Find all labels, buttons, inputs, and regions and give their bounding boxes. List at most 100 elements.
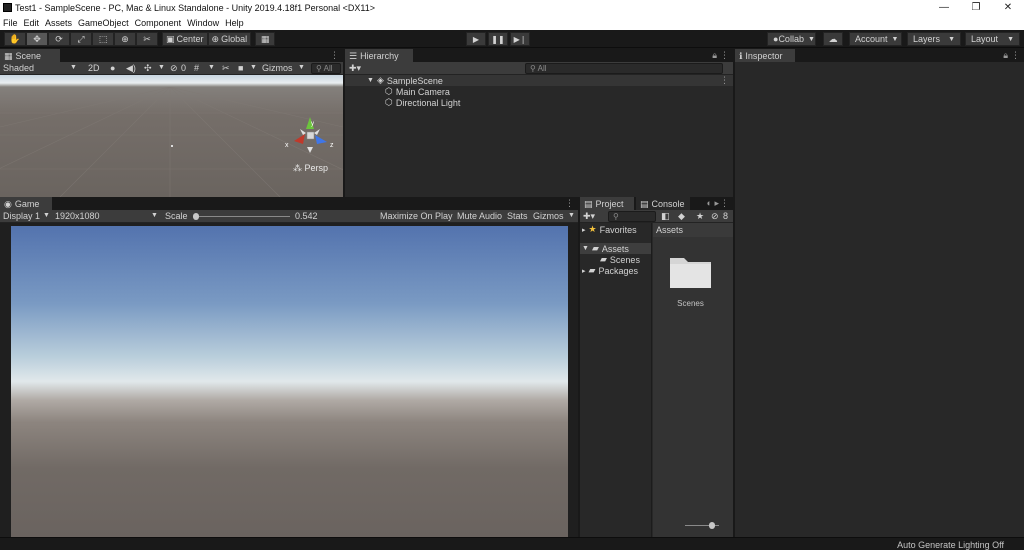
scale-icon: ⤢ bbox=[77, 33, 85, 44]
display-dropdown[interactable]: Display 1 bbox=[3, 211, 40, 221]
tools-icon[interactable]: ✂ bbox=[222, 63, 230, 74]
transform-tool-button[interactable]: ⊕ bbox=[114, 32, 136, 46]
persp-label[interactable]: ⁂ Persp bbox=[293, 163, 328, 174]
layout-dropdown[interactable]: Layout ▼ bbox=[965, 32, 1020, 46]
assets-row[interactable]: ▼ ▰ Assets bbox=[580, 243, 651, 254]
collab-dropdown[interactable]: ● Collab ▼ bbox=[767, 32, 816, 46]
panel-menu-icon[interactable]: ⋮ bbox=[720, 50, 729, 61]
expand-arrow-icon[interactable]: ▼ bbox=[367, 77, 374, 84]
layers-dropdown[interactable]: Layers ▼ bbox=[907, 32, 961, 46]
scene-search-placeholder: All bbox=[323, 64, 333, 73]
create-button[interactable]: ✚▾ bbox=[349, 63, 361, 74]
lock-icon[interactable]: 🔒︎ bbox=[712, 50, 717, 61]
light-toggle-icon[interactable]: ● bbox=[110, 63, 115, 73]
menu-window[interactable]: Window bbox=[184, 16, 219, 30]
audio-toggle-icon[interactable]: ◀) bbox=[126, 63, 136, 74]
shading-mode-dropdown[interactable]: Shaded bbox=[3, 63, 34, 73]
play-icon: ▶ bbox=[472, 34, 480, 44]
scenes-tree-row[interactable]: ▰ Scenes bbox=[600, 254, 640, 265]
project-search-input[interactable]: ⚲ bbox=[608, 211, 656, 222]
hidden-packages-icon[interactable]: ⊘ bbox=[711, 211, 719, 222]
play-button[interactable]: ▶ bbox=[466, 32, 486, 46]
pivot-center-button[interactable]: ▣ Center bbox=[162, 32, 208, 46]
scene-search-input[interactable]: ⚲ All bbox=[311, 63, 341, 74]
filter-label-icon[interactable]: ◆ bbox=[678, 211, 685, 222]
menu-help[interactable]: Help bbox=[222, 16, 244, 30]
hierarchy-search-input[interactable]: ⚲ All bbox=[525, 63, 723, 74]
filter-type-icon[interactable]: ◧ bbox=[661, 211, 670, 222]
panel-menu-icon[interactable]: ⋮ bbox=[330, 50, 339, 61]
scene-menu-icon[interactable]: ⋮ bbox=[720, 75, 729, 86]
menu-gameobject[interactable]: GameObject bbox=[75, 16, 129, 30]
menu-file[interactable]: File bbox=[0, 16, 18, 30]
minimize-button[interactable]: — bbox=[930, 1, 958, 15]
expand-arrow-icon[interactable]: ▸ bbox=[582, 267, 586, 275]
tab-inspector[interactable]: ℹ Inspector bbox=[735, 49, 795, 62]
hierarchy-scene-row[interactable]: ▼ ◈ SampleScene ⋮ bbox=[345, 75, 733, 86]
transform-icon: ⊕ bbox=[121, 33, 129, 44]
tab-game[interactable]: ◉ Game bbox=[0, 197, 52, 210]
unity-scene-icon: ◈ bbox=[376, 75, 384, 85]
cloud-button[interactable]: ☁ bbox=[823, 32, 843, 46]
lighting-status[interactable]: Auto Generate Lighting Off bbox=[897, 540, 1004, 550]
menu-edit[interactable]: Edit bbox=[21, 16, 40, 30]
tab-project[interactable]: ▤ Project bbox=[580, 197, 634, 210]
rect-tool-button[interactable]: ⬚ bbox=[92, 32, 114, 46]
pause-button[interactable]: ❚❚ bbox=[488, 32, 508, 46]
maximize-on-play-toggle[interactable]: Maximize On Play bbox=[380, 211, 453, 221]
scale-slider-thumb[interactable] bbox=[193, 213, 199, 220]
grid-icon[interactable]: # bbox=[194, 63, 199, 73]
game-viewport[interactable] bbox=[11, 226, 568, 537]
scale-tool-button[interactable]: ⤢ bbox=[70, 32, 92, 46]
packages-row[interactable]: ▸ ▰ Packages bbox=[582, 265, 638, 276]
rotate-icon: ⟳ bbox=[55, 33, 63, 44]
scale-slider-track[interactable] bbox=[193, 213, 290, 220]
tab-console[interactable]: ▤ Console bbox=[636, 197, 690, 210]
mode-2d-button[interactable]: 2D bbox=[88, 63, 100, 73]
mute-audio-toggle[interactable]: Mute Audio bbox=[457, 211, 502, 221]
icon-size-slider-thumb[interactable] bbox=[709, 522, 715, 529]
maximize-button[interactable]: ❐ bbox=[962, 1, 990, 15]
move-tool-button[interactable]: ✥ bbox=[26, 32, 48, 46]
create-button[interactable]: ✚▾ bbox=[583, 211, 595, 222]
resolution-dropdown[interactable]: 1920x1080 bbox=[55, 211, 100, 221]
menu-assets[interactable]: Assets bbox=[42, 16, 72, 30]
expand-arrow-icon[interactable]: ▼ bbox=[582, 245, 589, 252]
grid-snap-icon: ▦ bbox=[260, 33, 270, 44]
add-tab-icon[interactable]: ◐ ▸ bbox=[707, 198, 719, 209]
tab-console-label: Console bbox=[651, 199, 685, 209]
lock-icon[interactable]: 🔒︎ bbox=[1003, 50, 1008, 61]
hand-tool-button[interactable]: ✋ bbox=[4, 32, 26, 46]
expand-arrow-icon[interactable]: ▸ bbox=[582, 226, 586, 234]
menu-component[interactable]: Component bbox=[132, 16, 182, 30]
pivot-global-button[interactable]: ⊕ Global bbox=[207, 32, 252, 46]
panel-menu-icon[interactable]: ⋮ bbox=[565, 198, 574, 209]
panel-menu-icon[interactable]: ⋮ bbox=[1011, 50, 1020, 61]
stats-toggle[interactable]: Stats bbox=[507, 211, 528, 221]
game-gizmos-dropdown[interactable]: Gizmos bbox=[533, 211, 564, 221]
scene-viewport[interactable]: x z y ⁂ Persp bbox=[0, 75, 343, 197]
list-item[interactable]: ⬡ Directional Light bbox=[385, 97, 460, 108]
scene-gizmos-dropdown[interactable]: Gizmos bbox=[262, 63, 293, 73]
favorites-row[interactable]: ▸ ★ Favorites bbox=[582, 224, 637, 235]
list-item[interactable]: ⬡ Main Camera bbox=[385, 86, 450, 97]
panel-menu-icon[interactable]: ⋮ bbox=[720, 198, 729, 209]
account-dropdown[interactable]: Account ▼ bbox=[849, 32, 902, 46]
asset-tile-scenes[interactable]: Scenes bbox=[668, 252, 713, 312]
icon-size-slider[interactable] bbox=[685, 522, 719, 529]
tab-scene[interactable]: ▦ Scene bbox=[0, 49, 60, 62]
list-item-label: Main Camera bbox=[395, 86, 450, 97]
effects-icon[interactable]: ✣ bbox=[144, 63, 152, 74]
tab-hierarchy[interactable]: ☰ Hierarchy bbox=[345, 49, 413, 62]
favorite-star-icon[interactable]: ★ bbox=[696, 211, 704, 222]
rotate-tool-button[interactable]: ⟳ bbox=[48, 32, 70, 46]
camera-icon[interactable]: ■ bbox=[238, 63, 243, 73]
step-button[interactable]: ▶❘ bbox=[510, 32, 530, 46]
snap-button[interactable]: ▦ bbox=[255, 32, 276, 46]
breadcrumb-assets[interactable]: Assets bbox=[656, 225, 683, 235]
layers-label: Layers bbox=[913, 34, 941, 44]
scene-gizmo-axes[interactable]: x z y bbox=[283, 115, 337, 155]
close-button[interactable]: ✕ bbox=[994, 1, 1022, 15]
custom-tool-button[interactable]: ✂ bbox=[136, 32, 158, 46]
hidden-objects-icon[interactable]: ⊘ bbox=[170, 63, 178, 74]
